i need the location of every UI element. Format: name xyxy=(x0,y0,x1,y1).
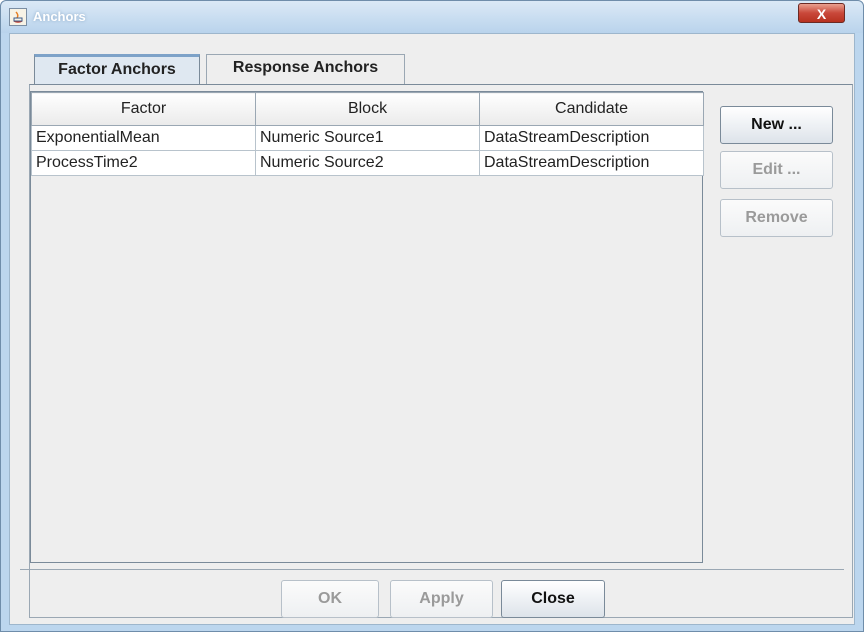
table-cell[interactable]: Numeric Source1 xyxy=(255,125,480,151)
tab-response-anchors[interactable]: Response Anchors xyxy=(206,54,405,84)
column-header-candidate[interactable]: Candidate xyxy=(479,92,704,126)
table-row[interactable]: ProcessTime2 Numeric Source2 DataStreamD… xyxy=(31,150,704,176)
close-window-button[interactable]: X xyxy=(798,3,845,23)
tab-factor-anchors[interactable]: Factor Anchors xyxy=(34,54,200,84)
new-button[interactable]: New ... xyxy=(720,106,833,144)
table-cell[interactable]: DataStreamDescription xyxy=(479,125,704,151)
java-icon xyxy=(9,8,27,26)
table-cell[interactable]: Numeric Source2 xyxy=(255,150,480,176)
window-title: Anchors xyxy=(33,9,86,24)
table-cell[interactable]: ProcessTime2 xyxy=(31,150,256,176)
edit-button[interactable]: Edit ... xyxy=(720,151,833,189)
anchors-table: Factor Block Candidate ExponentialMean N… xyxy=(30,91,704,563)
apply-button[interactable]: Apply xyxy=(390,580,493,618)
table-row[interactable]: ExponentialMean Numeric Source1 DataStre… xyxy=(31,125,704,151)
close-button[interactable]: Close xyxy=(501,580,605,618)
anchors-window: Anchors X Factor Anchors Response Anchor… xyxy=(0,0,864,632)
column-header-block[interactable]: Block xyxy=(255,92,480,126)
table-cell[interactable]: ExponentialMean xyxy=(31,125,256,151)
column-header-factor[interactable]: Factor xyxy=(31,92,256,126)
ok-button[interactable]: OK xyxy=(281,580,379,618)
table-cell[interactable]: DataStreamDescription xyxy=(479,150,704,176)
title-bar[interactable]: Anchors X xyxy=(1,1,863,33)
remove-button[interactable]: Remove xyxy=(720,199,833,237)
